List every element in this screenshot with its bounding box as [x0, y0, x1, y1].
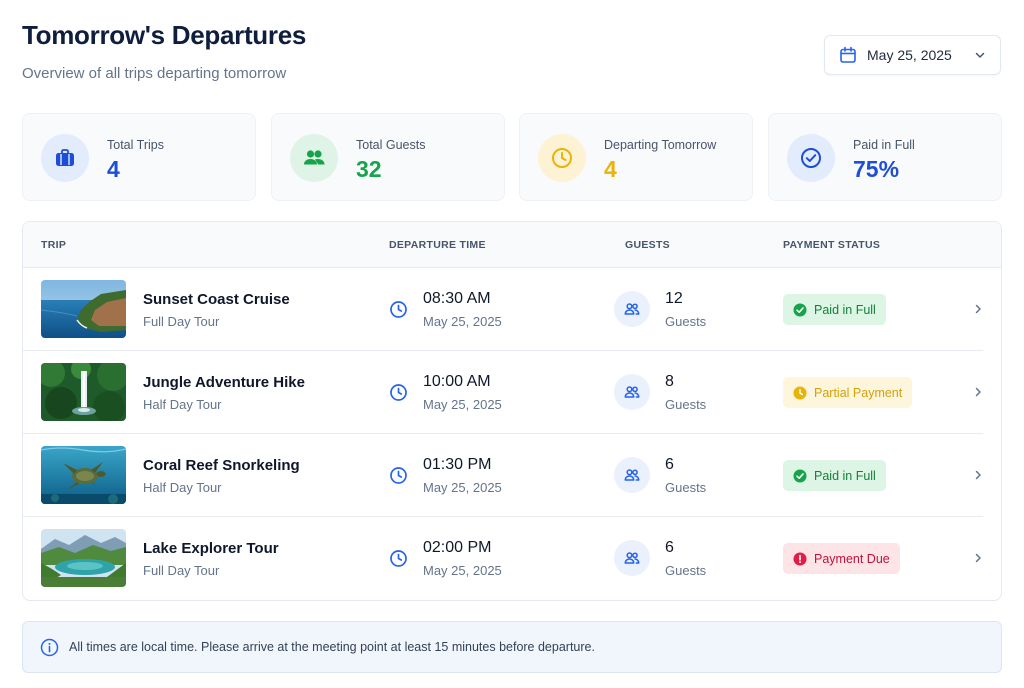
guest-count: 8 — [665, 373, 674, 390]
guest-label: Guests — [665, 563, 707, 578]
calendar-icon — [839, 46, 857, 64]
table-row[interactable]: Jungle Adventure Hike Half Day Tour 10:0… — [23, 351, 1001, 434]
users-icon — [614, 540, 650, 576]
clock-icon — [389, 383, 408, 402]
users-icon — [614, 374, 650, 410]
check-circle-icon — [787, 134, 835, 182]
status-badge: Partial Payment — [783, 377, 913, 408]
stat-value: 75% — [853, 156, 900, 182]
suitcase-icon — [41, 134, 89, 182]
status-label: Paid in Full — [814, 302, 876, 317]
coast-photo — [41, 280, 126, 338]
stat-card-total-guests: Total Guests 32 — [271, 113, 505, 201]
chevron-down-icon — [974, 49, 986, 61]
stat-card-paid-in-full: Paid in Full 75% — [768, 113, 1002, 201]
lake-photo — [41, 529, 126, 587]
stats-row: Total Trips 4 Total Guests 32 Departing … — [22, 113, 1002, 201]
column-header-departure: DEPARTURE TIME — [389, 239, 486, 251]
info-notice: All times are local time. Please arrive … — [22, 621, 1002, 673]
clock-icon — [538, 134, 586, 182]
stat-label: Paid in Full — [853, 138, 915, 152]
page-subtitle: Overview of all trips departing tomorrow — [22, 65, 287, 82]
guest-count: 12 — [665, 290, 683, 307]
chevron-right-icon[interactable] — [972, 552, 984, 564]
stat-label: Departing Tomorrow — [604, 138, 717, 152]
stat-label: Total Trips — [107, 138, 164, 152]
stat-label: Total Guests — [356, 138, 426, 152]
clock-icon — [793, 386, 807, 400]
chevron-right-icon[interactable] — [972, 386, 984, 398]
table-row[interactable]: Coral Reef Snorkeling Half Day Tour 01:3… — [23, 434, 1001, 517]
guest-count: 6 — [665, 456, 674, 473]
departure-date: May 25, 2025 — [423, 397, 502, 412]
status-label: Partial Payment — [814, 385, 903, 400]
check-circle-icon — [793, 469, 807, 483]
table-header: TRIP DEPARTURE TIME GUESTS PAYMENT STATU… — [23, 222, 1001, 268]
trip-type: Half Day Tour — [143, 480, 222, 495]
chevron-right-icon[interactable] — [972, 303, 984, 315]
date-picker-value: May 25, 2025 — [867, 47, 952, 63]
clock-icon — [389, 300, 408, 319]
jungle-waterfall-photo — [41, 363, 126, 421]
stat-value: 32 — [356, 156, 382, 182]
trip-type: Full Day Tour — [143, 314, 220, 329]
date-picker[interactable]: May 25, 2025 — [824, 35, 1001, 75]
column-header-guests: GUESTS — [625, 239, 670, 251]
guest-label: Guests — [665, 480, 707, 495]
stat-value: 4 — [107, 156, 120, 182]
status-label: Payment Due — [814, 551, 890, 566]
notice-text: All times are local time. Please arrive … — [69, 640, 595, 654]
column-header-payment: PAYMENT STATUS — [783, 239, 881, 251]
guest-label: Guests — [665, 397, 707, 412]
departure-date: May 25, 2025 — [423, 314, 502, 329]
trip-name: Coral Reef Snorkeling — [143, 457, 300, 474]
check-circle-icon — [793, 303, 807, 317]
table-row[interactable]: Lake Explorer Tour Full Day Tour 02:00 P… — [23, 517, 1001, 600]
departure-time: 02:00 PM — [423, 539, 492, 556]
column-header-trip: TRIP — [41, 239, 67, 251]
trip-type: Full Day Tour — [143, 563, 220, 578]
stat-card-total-trips: Total Trips 4 — [22, 113, 256, 201]
trip-type: Half Day Tour — [143, 397, 222, 412]
sea-turtle-photo — [41, 446, 126, 504]
alert-circle-icon — [793, 552, 807, 566]
status-badge: Payment Due — [783, 543, 900, 574]
stat-value: 4 — [604, 156, 617, 182]
trip-name: Lake Explorer Tour — [143, 540, 279, 557]
trip-name: Sunset Coast Cruise — [143, 291, 290, 308]
status-badge: Paid in Full — [783, 460, 886, 491]
clock-icon — [389, 549, 408, 568]
departure-time: 10:00 AM — [423, 373, 491, 390]
departure-date: May 25, 2025 — [423, 480, 502, 495]
clock-icon — [389, 466, 408, 485]
status-badge: Paid in Full — [783, 294, 886, 325]
trip-name: Jungle Adventure Hike — [143, 374, 305, 391]
departure-date: May 25, 2025 — [423, 563, 502, 578]
departure-time: 01:30 PM — [423, 456, 492, 473]
stat-card-departing-tomorrow: Departing Tomorrow 4 — [519, 113, 753, 201]
table-row[interactable]: Sunset Coast Cruise Full Day Tour 08:30 … — [23, 268, 1001, 351]
users-icon — [290, 134, 338, 182]
users-icon — [614, 291, 650, 327]
page-title: Tomorrow's Departures — [22, 20, 307, 50]
departure-time: 08:30 AM — [423, 290, 491, 307]
guest-count: 6 — [665, 539, 674, 556]
status-label: Paid in Full — [814, 468, 876, 483]
info-icon — [40, 638, 59, 657]
guest-label: Guests — [665, 314, 707, 329]
chevron-right-icon[interactable] — [972, 469, 984, 481]
departures-table: TRIP DEPARTURE TIME GUESTS PAYMENT STATU… — [22, 221, 1002, 601]
users-icon — [614, 457, 650, 493]
